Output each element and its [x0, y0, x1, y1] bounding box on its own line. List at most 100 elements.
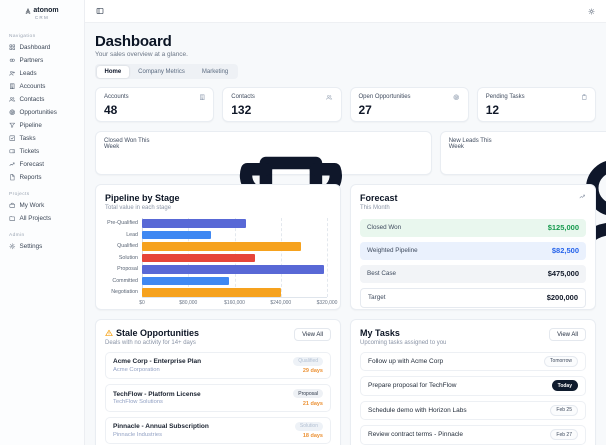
- sidebar-section-navigation: Navigation Dashboard Partners Leads Acco…: [0, 34, 84, 184]
- sidebar-item-label: Reports: [19, 174, 42, 181]
- task-item[interactable]: Review contract terms - Pinnacle Feb 27: [360, 425, 586, 445]
- task-name: Review contract terms - Pinnacle: [368, 431, 464, 439]
- sidebar-item-forecast[interactable]: Forecast: [9, 158, 75, 171]
- target-icon: [453, 94, 460, 101]
- partners-icon: [9, 57, 16, 64]
- chart-bar-track: [142, 276, 327, 285]
- stat-card-contacts: Contacts 132: [222, 87, 342, 122]
- sidebar-item-leads[interactable]: Leads: [9, 67, 75, 80]
- sidebar-item-label: Tickets: [19, 148, 40, 155]
- sidebar-item-accounts[interactable]: Accounts: [9, 80, 75, 93]
- sidebar: atonom CRM Navigation Dashboard Partners…: [0, 0, 85, 445]
- sidebar-item-all-projects[interactable]: All Projects: [9, 212, 75, 225]
- folder-icon: [9, 215, 16, 222]
- sidebar-item-tickets[interactable]: Tickets: [9, 145, 75, 158]
- sidebar-section-projects: Projects My Work All Projects: [0, 192, 84, 225]
- week-label: Closed Won This Week: [104, 138, 150, 150]
- due-badge: Feb 27: [550, 429, 578, 441]
- sidebar-toggle-button[interactable]: [96, 7, 104, 15]
- dashboard-tabs: Home Company Metrics Marketing: [95, 64, 238, 79]
- lists-row: Stale Opportunities Deals with no activi…: [95, 319, 596, 445]
- logo-subtitle: CRM: [34, 15, 50, 20]
- sidebar-item-settings[interactable]: Settings: [9, 240, 75, 253]
- task-item[interactable]: Prepare proposal for TechFlow Today: [360, 376, 586, 396]
- forecast-row-value: $475,000: [547, 269, 579, 278]
- sidebar-item-dashboard[interactable]: Dashboard: [9, 41, 75, 54]
- sidebar-item-label: Leads: [19, 70, 37, 77]
- chart-x-axis: $0 $80,000 $160,000 $240,000 $320,000: [139, 300, 337, 308]
- sidebar-item-label: Opportunities: [19, 109, 57, 116]
- gear-icon: [9, 243, 16, 250]
- chart-bar-track: [142, 242, 327, 251]
- opportunity-item[interactable]: Acme Corp - Enterprise Plan Acme Corpora…: [105, 351, 331, 379]
- opportunity-meta: Qualified 29 days: [293, 356, 323, 374]
- sidebar-item-label: Accounts: [19, 83, 46, 90]
- due-badge: Feb 25: [550, 404, 578, 416]
- sidebar-item-pipeline[interactable]: Pipeline: [9, 119, 75, 132]
- opportunity-company: Acme Corporation: [113, 366, 160, 373]
- tab-marketing[interactable]: Marketing: [194, 66, 236, 78]
- forecast-row-closed-won: Closed Won $125,000: [360, 218, 586, 237]
- chart-subtitle: Total value in each stage: [105, 204, 172, 211]
- opportunity-item[interactable]: Pinnacle - Annual Subscription Pinnacle …: [105, 416, 331, 444]
- forecast-row-best-case: Best Case $475,000: [360, 264, 586, 283]
- opportunity-info: Pinnacle - Annual Subscription Pinnacle …: [113, 423, 209, 438]
- file-icon: [9, 174, 16, 181]
- chart-category-label: Committed: [112, 277, 138, 284]
- forecast-title: Forecast: [360, 193, 398, 203]
- stage-badge: Qualified: [293, 356, 323, 366]
- sidebar-item-label: Partners: [19, 57, 44, 64]
- chart-category-label: Pre-Qualified: [107, 220, 138, 227]
- trending-up-icon: [579, 193, 586, 200]
- forecast-row-value: $82,500: [551, 246, 579, 255]
- sidebar-section-label: Projects: [9, 192, 30, 197]
- sidebar-item-my-work[interactable]: My Work: [9, 199, 75, 212]
- chart-category-label: Solution: [118, 254, 138, 261]
- chart-row-negotiation: Negotiation: [105, 287, 327, 299]
- tab-home[interactable]: Home: [96, 65, 130, 78]
- chart-bar-track: [142, 288, 327, 297]
- sidebar-item-tasks[interactable]: Tasks: [9, 132, 75, 145]
- chart-row-committed: Committed: [105, 275, 327, 287]
- forecast-row-target: Target $200,000: [360, 287, 586, 308]
- target-icon: [9, 109, 16, 116]
- tab-company-metrics[interactable]: Company Metrics: [130, 66, 193, 78]
- forecast-row-label: Weighted Pipeline: [367, 247, 418, 254]
- sidebar-item-reports[interactable]: Reports: [9, 171, 75, 184]
- days-stale-label: 21 days: [302, 400, 323, 407]
- tasks-view-all-button[interactable]: View All: [549, 328, 586, 341]
- opportunity-item[interactable]: TechFlow - Platform License TechFlow Sol…: [105, 384, 331, 412]
- stale-subtitle: Deals with no activity for 14+ days: [105, 339, 196, 346]
- opportunity-info: TechFlow - Platform License TechFlow Sol…: [113, 391, 201, 406]
- sidebar-item-label: Forecast: [19, 161, 45, 168]
- stale-view-all-button[interactable]: View All: [294, 328, 331, 341]
- stale-title: Stale Opportunities: [116, 328, 200, 338]
- task-item[interactable]: Schedule demo with Horizon Labs Feb 25: [360, 400, 586, 420]
- opportunity-company: TechFlow Solutions: [113, 399, 163, 405]
- chart-bar-solution: [142, 253, 255, 262]
- chart-x-tick: $240,000: [270, 300, 292, 306]
- warning-icon: [105, 329, 113, 337]
- sidebar-item-opportunities[interactable]: Opportunities: [9, 106, 75, 119]
- sidebar-item-contacts[interactable]: Contacts: [9, 93, 75, 106]
- opportunity-info: Acme Corp - Enterprise Plan Acme Corpora…: [113, 358, 201, 373]
- stage-badge: Solution: [294, 421, 323, 431]
- sidebar-item-partners[interactable]: Partners: [9, 54, 75, 67]
- page-subtitle: Your sales overview at a glance.: [95, 51, 188, 58]
- chart-x-tick: $320,000: [316, 300, 338, 306]
- sidebar-section-label: Navigation: [9, 34, 36, 39]
- task-item[interactable]: Follow up with Acme Corp Tomorrow: [360, 351, 586, 371]
- chart-bar-track: [142, 230, 327, 239]
- panel-left-icon: [96, 7, 104, 15]
- week-card-new-leads-this-week: New Leads This Week 8: [439, 131, 606, 303]
- logo: atonom CRM: [0, 7, 84, 26]
- header-settings-button[interactable]: [588, 8, 595, 15]
- week-label: New Leads This Week: [448, 138, 492, 150]
- users-icon: [9, 96, 16, 103]
- building-icon: [9, 83, 16, 90]
- tasks-subtitle: Upcoming tasks assigned to you: [360, 339, 447, 346]
- chart-bar-track: [142, 265, 327, 274]
- user-plus-icon: [9, 70, 16, 77]
- main-area: Dashboard Your sales overview at a glanc…: [85, 0, 606, 445]
- chart-plot-area: Pre-Qualified Lead Qualified Solution Pr…: [105, 217, 331, 299]
